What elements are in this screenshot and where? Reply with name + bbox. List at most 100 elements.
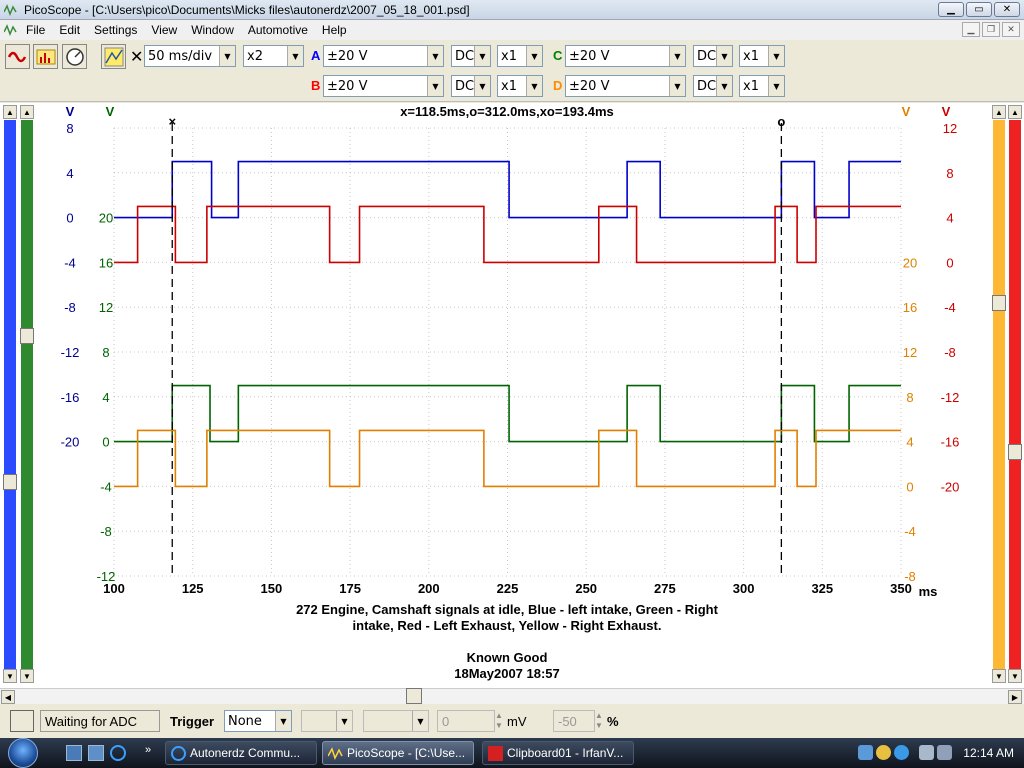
chevron-down-icon: ▼ <box>287 46 303 66</box>
show-desktop-icon[interactable] <box>66 745 82 761</box>
trigger-level-input[interactable]: 0 <box>437 710 495 732</box>
chevron-down-icon: ▼ <box>526 76 542 96</box>
channel-c-probe-select[interactable]: x1 ▼ <box>739 45 785 67</box>
internet-explorer-icon[interactable] <box>110 745 126 761</box>
horizontal-scroll-thumb[interactable] <box>406 688 422 704</box>
mdi-restore-button[interactable]: ❐ <box>982 22 1000 37</box>
trigger-level-stepper[interactable]: ▲ ▼ <box>495 711 503 731</box>
scope-view[interactable]: ▲ ▼ ▲ ▼ ▲ ▼ ▲ ▼ V V V V 8 4 0 -4 -8 -12 -16 -20 20 16… <box>0 103 1024 688</box>
menu-file[interactable]: File <box>19 23 52 37</box>
scope-graph[interactable]: V V V V 8 4 0 -4 -8 -12 -16 -20 20 16 12 8 4 0 -4 -8 -12 20 16… <box>0 103 1024 688</box>
pretrigger-input[interactable]: -50 <box>553 710 595 732</box>
axis-a-unit: V <box>66 104 75 119</box>
taskbar-item-picoscope[interactable]: PicoScope - [C:\Use... <box>322 741 474 765</box>
status-bar: Waiting for ADC Trigger None ▼ ▼ ▼ 0 ▲ ▼ m… <box>0 704 1024 738</box>
horizontal-scrollbar[interactable]: ◀ ▶ <box>0 688 1024 704</box>
channel-a-coupling-select[interactable]: DC ▼ <box>451 45 491 67</box>
channel-d-coupling-value: DC <box>697 78 717 94</box>
menu-settings[interactable]: Settings <box>87 23 144 37</box>
channel-c-range-select[interactable]: ±20 V ▼ <box>565 45 686 67</box>
note-text: Known Good <box>467 650 548 665</box>
axis-b-tick-label: -8 <box>944 345 956 360</box>
display-icon[interactable] <box>919 745 934 760</box>
cursor-readout: x=118.5ms,o=312.0ms,xo=193.4ms <box>400 104 614 119</box>
close-button[interactable]: ✕ <box>994 2 1020 17</box>
switch-windows-icon[interactable] <box>88 745 104 761</box>
zoom-select[interactable]: x2 ▼ <box>243 45 304 67</box>
date-text: 18May2007 18:57 <box>454 666 560 681</box>
chevron-down-icon: ▼ <box>336 711 352 731</box>
scope-mode-icon[interactable] <box>5 44 30 69</box>
scroll-right-icon[interactable]: ▶ <box>1008 690 1022 704</box>
status-message: Waiting for ADC <box>40 710 160 732</box>
axis-d-tick-label: 20 <box>903 255 917 270</box>
channel-a-coupling-value: DC <box>455 48 475 64</box>
axis-a-tick-label: -8 <box>64 300 76 315</box>
channel-b-coupling-select[interactable]: DC ▼ <box>451 75 491 97</box>
channel-d-range-select[interactable]: ±20 V ▼ <box>565 75 686 97</box>
taskbar-item-browser[interactable]: Autonerdz Commu... <box>165 741 317 765</box>
axis-a-tick-label: 0 <box>66 211 73 226</box>
trace-icon[interactable] <box>101 44 126 69</box>
trigger-mode-select[interactable]: None ▼ <box>224 710 292 732</box>
menu-help[interactable]: Help <box>315 23 354 37</box>
chevron-down-icon: ▼ <box>474 76 490 96</box>
channel-d-probe-select[interactable]: x1 ▼ <box>739 75 785 97</box>
trigger-channel-select[interactable]: ▼ <box>301 710 353 732</box>
channel-b-range-select[interactable]: ±20 V ▼ <box>323 75 444 97</box>
axis-c-tick-label: 4 <box>102 390 109 405</box>
axis-b-tick-label: -16 <box>941 435 960 450</box>
mdi-close-button[interactable]: ✕ <box>1002 22 1020 37</box>
trigger-edge-select[interactable]: ▼ <box>363 710 429 732</box>
channel-c-range-value: ±20 V <box>569 48 610 64</box>
menu-view[interactable]: View <box>144 23 184 37</box>
run-stop-button[interactable] <box>10 710 34 732</box>
document-icon[interactable] <box>3 22 19 38</box>
menu-edit[interactable]: Edit <box>52 23 87 37</box>
clock: 12:14 AM <box>963 746 1014 760</box>
chevron-down-icon: ▼ <box>427 46 443 66</box>
axis-c-tick-label: 16 <box>99 255 113 270</box>
search-icon[interactable] <box>894 745 909 760</box>
channel-b-coupling-value: DC <box>455 78 475 94</box>
mdi-minimize-button[interactable]: ▁ <box>962 22 980 37</box>
axis-d-tick-label: 8 <box>906 390 913 405</box>
meter-mode-icon[interactable] <box>62 44 87 69</box>
channel-a-label: A <box>311 48 321 63</box>
channel-a-probe-select[interactable]: x1 ▼ <box>497 45 543 67</box>
x-axis-tick-label: 275 <box>654 581 676 596</box>
axis-d-tick-label: 12 <box>903 345 917 360</box>
volume-icon[interactable] <box>937 745 952 760</box>
axis-b-tick-label: -12 <box>941 390 960 405</box>
spectrum-mode-icon[interactable] <box>33 44 58 69</box>
chevron-down-icon: ▼ <box>669 46 685 66</box>
axis-c-unit: V <box>106 104 115 119</box>
x-axis-unit: ms <box>919 584 938 599</box>
menu-window[interactable]: Window <box>184 23 241 37</box>
axis-a-tick-label: 8 <box>66 121 73 136</box>
maximize-button[interactable]: ▭ <box>966 2 992 17</box>
axis-a-tick-label: 4 <box>66 166 73 181</box>
network-icon[interactable] <box>858 745 873 760</box>
timebase-select[interactable]: 50 ms/div ▼ <box>144 45 236 67</box>
axis-b-tick-label: -20 <box>941 479 960 494</box>
chevron-right-icon[interactable]: » <box>145 744 151 756</box>
start-button[interactable] <box>8 738 38 768</box>
channel-b-probe-select[interactable]: x1 ▼ <box>497 75 543 97</box>
taskbar-item-label: PicoScope - [C:\Use... <box>347 746 466 760</box>
x-axis-tick-label: 175 <box>339 581 361 596</box>
pretrigger-stepper[interactable]: ▲ ▼ <box>595 711 603 731</box>
axis-c-tick-label: -4 <box>100 479 112 494</box>
channel-a-range-select[interactable]: ±20 V ▼ <box>323 45 444 67</box>
axis-c-tick-label: 20 <box>99 211 113 226</box>
taskbar-item-irfanview[interactable]: Clipboard01 - IrfanV... <box>482 741 634 765</box>
channel-d-label: D <box>553 78 563 93</box>
channel-c-coupling-select[interactable]: DC ▼ <box>693 45 733 67</box>
title-bar: PicoScope - [C:\Users\pico\Documents\Mic… <box>0 0 1024 20</box>
security-icon[interactable] <box>876 745 891 760</box>
axis-c-tick-label: 8 <box>102 345 109 360</box>
minimize-button[interactable]: ▁ <box>938 2 964 17</box>
scroll-left-icon[interactable]: ◀ <box>1 690 15 704</box>
channel-d-coupling-select[interactable]: DC ▼ <box>693 75 733 97</box>
menu-automotive[interactable]: Automotive <box>241 23 315 37</box>
